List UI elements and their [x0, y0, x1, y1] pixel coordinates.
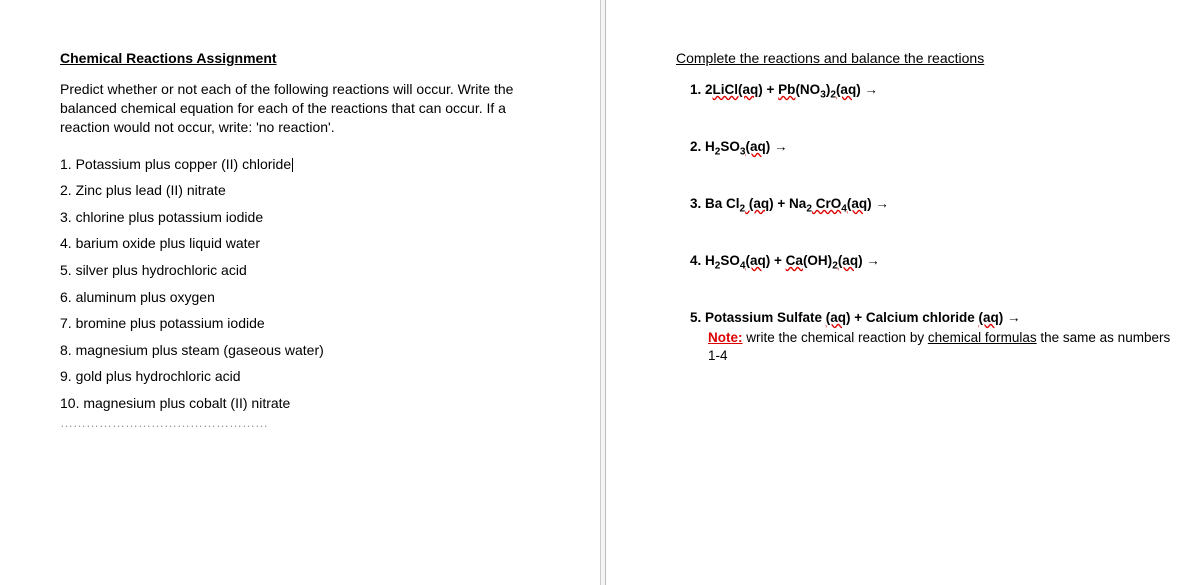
eq-text: ) + [758, 82, 778, 97]
equation-4: 4. H2SO4(aq) + Ca(OH)2(aq) → [676, 253, 1180, 268]
right-page: Complete the reactions and balance the r… [606, 0, 1200, 585]
eq-text: ) + Na [769, 196, 806, 211]
instructions-text: Predict whether or not each of the follo… [60, 80, 540, 137]
eq-text: Pb [778, 82, 795, 97]
question-10: 10. magnesium plus cobalt (II) nitrate [60, 390, 540, 417]
eq-text: 5. Potassium Sulfate [690, 310, 826, 325]
eq-text: (aq [838, 253, 858, 268]
eq-text: (aq [847, 196, 867, 211]
eq-text: ) → [867, 196, 889, 211]
eq-text: ) + [766, 253, 786, 268]
page-container: Chemical Reactions Assignment Predict wh… [0, 0, 1200, 585]
eq-text: (aq [746, 253, 766, 268]
eq-text: (aq [826, 310, 846, 325]
question-3: 3. chlorine plus potassium iodide [60, 204, 540, 231]
equation-2: 2. H2SO3(aq) → [676, 139, 1180, 154]
eq-text: (aq [746, 139, 766, 154]
eq-text: 3. Ba Cl [690, 196, 740, 211]
question-1: 1. Potassium plus copper (II) chloride [60, 151, 540, 178]
eq-text: (aq [745, 196, 769, 211]
question-6: 6. aluminum plus oxygen [60, 284, 540, 311]
eq-text: SO [720, 253, 740, 268]
eq-text: ) → [858, 253, 880, 268]
question-2: 2. Zinc plus lead (II) nitrate [60, 177, 540, 204]
eq-text: 1. 2 [690, 82, 713, 97]
eq-text: (NO [795, 82, 820, 97]
text-cursor [292, 158, 293, 172]
equation-3: 3. Ba Cl2 (aq) + Na2 CrO4(aq) → [676, 196, 1180, 211]
dotted-separator: ………………………………………… [60, 415, 540, 430]
eq-text: ) → [856, 82, 878, 97]
question-5: 5. silver plus hydrochloric acid [60, 257, 540, 284]
eq-text: Ca [786, 253, 803, 268]
eq-text: 2. H [690, 139, 715, 154]
eq-text: (aq [836, 82, 856, 97]
left-page: Chemical Reactions Assignment Predict wh… [0, 0, 600, 585]
eq-text: SO [720, 139, 740, 154]
right-title: Complete the reactions and balance the r… [676, 50, 1180, 66]
eq-text: ) → [766, 139, 788, 154]
note-text: chemical formulas [928, 330, 1037, 345]
question-text: 1. Potassium plus copper (II) chloride [60, 156, 291, 172]
equation-1: 1. 2LiCl(aq) + Pb(NO3)2(aq) → [676, 82, 1180, 97]
eq-text: ) + Calcium chloride [846, 310, 978, 325]
note-text: write the chemical reaction by [743, 330, 928, 345]
eq-text: (OH) [803, 253, 832, 268]
equation-5-note: Note: write the chemical reaction by che… [708, 329, 1180, 365]
eq-text: (aq [978, 310, 998, 325]
question-9: 9. gold plus hydrochloric acid [60, 363, 540, 390]
eq-text: ) → [999, 310, 1021, 325]
note-label: Note: [708, 330, 743, 345]
eq-text: 4. H [690, 253, 715, 268]
question-4: 4. barium oxide plus liquid water [60, 230, 540, 257]
equation-list: 1. 2LiCl(aq) + Pb(NO3)2(aq) → 2. H2SO3(a… [676, 82, 1180, 365]
question-list: 1. Potassium plus copper (II) chloride 2… [60, 151, 540, 417]
eq-text: LiCl(aq [713, 82, 759, 97]
assignment-title: Chemical Reactions Assignment [60, 50, 540, 66]
equation-5: 5. Potassium Sulfate (aq) + Calcium chlo… [676, 310, 1180, 365]
question-8: 8. magnesium plus steam (gaseous water) [60, 337, 540, 364]
eq-text: CrO [812, 196, 841, 211]
question-7: 7. bromine plus potassium iodide [60, 310, 540, 337]
